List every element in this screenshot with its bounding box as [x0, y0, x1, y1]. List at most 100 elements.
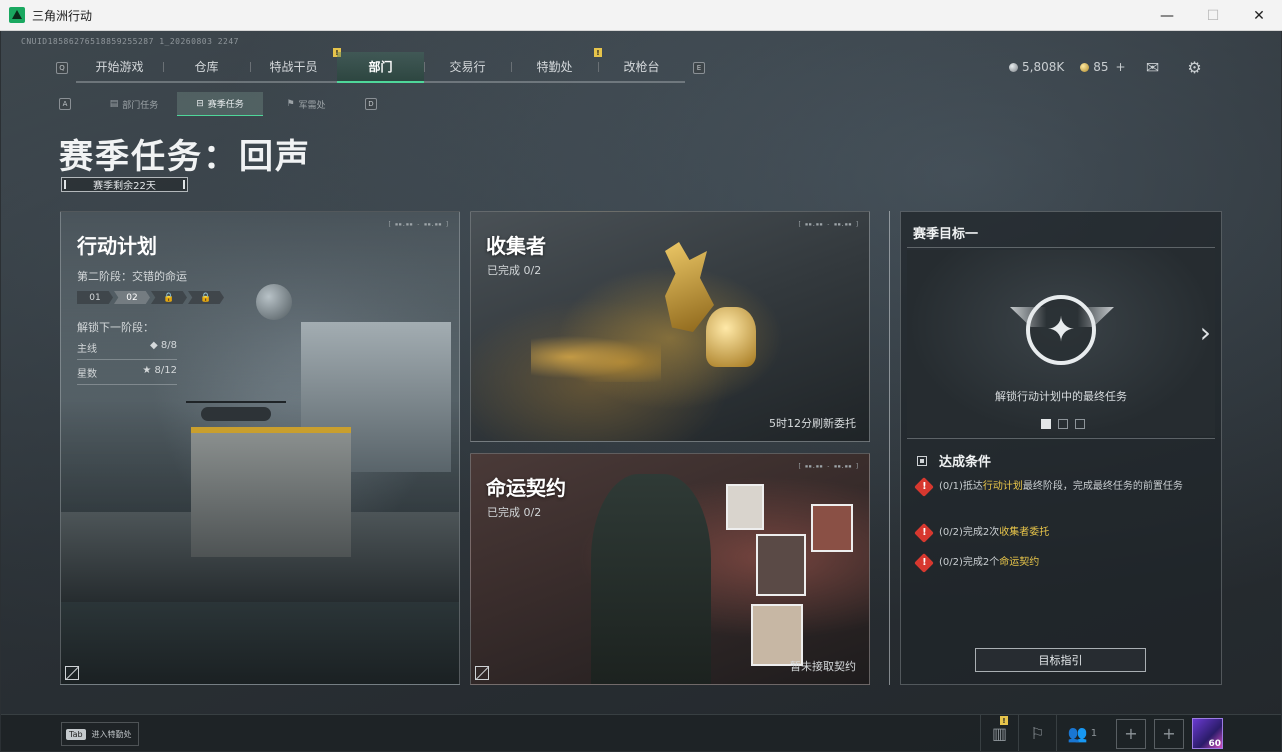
mail-icon[interactable]: ✉: [1142, 57, 1164, 77]
collector-title: 收集者: [486, 234, 546, 258]
divider: [907, 438, 1215, 439]
close-button[interactable]: ✕: [1236, 0, 1282, 31]
wanted-photo: [751, 604, 803, 666]
tab-label: 交易行: [449, 60, 486, 74]
goal-caption: 解锁行动计划中的最终任务: [995, 390, 1127, 403]
fate-progress: 已完成 0/2: [487, 506, 542, 519]
stage-3-lock-icon: 🔒: [151, 291, 187, 304]
window-title: 三角洲行动: [32, 8, 93, 23]
tab-operators[interactable]: 特战干员 !: [250, 48, 341, 81]
avatar[interactable]: 60: [1192, 718, 1223, 749]
silver-currency[interactable]: 5,808K: [1009, 60, 1064, 74]
square-bullet-icon: [917, 455, 927, 466]
divider: [907, 247, 1215, 248]
add-teammate-button[interactable]: +: [1116, 718, 1146, 749]
maximize-button[interactable]: ☐: [1190, 0, 1236, 31]
fate-contract-card[interactable]: [ ▪▪.▪▪ - ▪▪.▪▪ ] 命运契约 已完成 0/2 暂未接取契约: [470, 453, 870, 685]
tab-shortcut-hint[interactable]: Tab 进入特勤处: [61, 722, 139, 746]
mainline-label: 主线: [77, 344, 97, 355]
window-titlebar: 三角洲行动 — ☐ ✕: [0, 0, 1282, 31]
subnav-prev-key[interactable]: A: [59, 98, 71, 110]
season-remaining-label: 赛季剩余22天: [61, 177, 188, 192]
stage-4-lock-icon: 🔒: [188, 291, 224, 304]
stage-2: 02: [114, 291, 150, 304]
stats-icon[interactable]: ▥!: [980, 715, 1018, 751]
tab-special-ops[interactable]: 特勤处 !: [511, 48, 602, 81]
stars-label: 星数: [77, 369, 97, 380]
tab-label: 改枪台: [623, 60, 660, 74]
warning-icon: [914, 553, 934, 573]
sub-nav: A ▤ 部门任务 ⊟ 赛季任务 ⚑ 军需处 D: [59, 92, 377, 116]
flag-icon[interactable]: ⚐: [1018, 715, 1056, 751]
pager-dot[interactable]: [1075, 419, 1085, 429]
game-view: CNUID18586276518859255287 1_20260803 224…: [1, 31, 1281, 751]
main-nav-tabs: 开始游戏 仓库 特战干员 ! 部门 交易行 特勤处 ! 改枪台: [76, 48, 685, 83]
tab-department[interactable]: 部门: [337, 52, 424, 83]
collector-refresh-timer: 5时12分刷新委托: [769, 417, 856, 430]
sea-image: [61, 602, 459, 684]
pager-dot[interactable]: [1058, 419, 1068, 429]
subtab-quartermaster[interactable]: ⚑ 军需处: [263, 92, 349, 116]
pager-dot[interactable]: [1041, 419, 1051, 429]
page-title: 赛季任务：回声: [59, 137, 311, 177]
card-corner-deco: [ ▪▪.▪▪ - ▪▪.▪▪ ]: [797, 221, 859, 228]
condition-suffix: 最终阶段，完成最终任务的前置任务: [1022, 481, 1183, 492]
chevron-right-icon[interactable]: ›: [1200, 316, 1211, 349]
squad-button[interactable]: 👥 1: [1056, 715, 1108, 751]
conditions-title: 达成条件: [939, 455, 992, 470]
condition-prefix: (0/2)完成2个: [939, 557, 1000, 568]
stars-value: ★ 8/12: [142, 365, 177, 376]
minimize-button[interactable]: —: [1144, 0, 1190, 31]
unlock-next-label: 解锁下一阶段：: [77, 321, 154, 334]
fate-title: 命运契约: [486, 476, 566, 500]
card-corner-deco: [ ▪▪.▪▪ - ▪▪.▪▪ ]: [387, 221, 449, 228]
eagle-emblem-icon: ✦: [1026, 295, 1096, 365]
player-uid: CNUID18586276518859255287 1_20260803 224…: [21, 37, 239, 46]
condition-text: (0/2)完成2个命运契约: [939, 555, 1039, 570]
tab-gunsmith[interactable]: 改枪台: [598, 52, 685, 81]
gold-coin-icon: [1080, 62, 1090, 72]
tab-trading[interactable]: 交易行: [424, 52, 511, 81]
tab-start-game[interactable]: 开始游戏: [76, 52, 163, 81]
stars-row: 星数 ★ 8/12: [77, 360, 177, 385]
add-gold-button[interactable]: +: [1116, 60, 1126, 74]
squad-icon: 👥: [1067, 724, 1088, 743]
nav-prev-key[interactable]: Q: [56, 61, 68, 74]
expand-corner-icon: [65, 666, 79, 680]
task-icon: ▤: [109, 99, 119, 109]
condition-text: (0/2)完成2次收集者委托: [939, 525, 1049, 540]
condition-item: (0/2)完成2次收集者委托: [914, 523, 1207, 543]
currency-bar: 5,808K 85 + ✉ ⚙: [1009, 57, 1206, 77]
season-icon: ⊟: [196, 98, 204, 109]
condition-item: (0/1)抵达行动计划最终阶段，完成最终任务的前置任务: [914, 477, 1207, 497]
subtab-label: 赛季任务: [207, 100, 244, 110]
squad-count: 1: [1090, 728, 1098, 739]
mainline-value: ◆ 8/8: [150, 340, 177, 351]
fate-status: 暂未接取契约: [790, 660, 856, 673]
subtab-label: 军需处: [298, 100, 326, 111]
plan-info: 行动计划 第二阶段：交错的命运 01 02 🔒 🔒 解锁下一阶段： 主线 ◆ 8…: [77, 230, 277, 385]
warning-icon: [914, 477, 934, 497]
nav-next-key[interactable]: E: [693, 61, 705, 74]
tab-warehouse[interactable]: 仓库: [163, 52, 250, 81]
subtab-department-tasks[interactable]: ▤ 部门任务: [91, 92, 177, 116]
avatar-level: 60: [1208, 739, 1221, 749]
condition-highlight: 行动计划: [982, 481, 1023, 492]
goal-image: ✦ 解锁行动计划中的最终任务 ›: [907, 250, 1215, 436]
golden-cup-image: [706, 307, 756, 367]
collector-card[interactable]: [ ▪▪.▪▪ - ▪▪.▪▪ ] 收集者 已完成 0/2 5时12分刷新委托: [470, 211, 870, 442]
gold-currency[interactable]: 85 +: [1080, 60, 1126, 74]
goal-pager: [1041, 419, 1085, 429]
subnav-next-key[interactable]: D: [365, 98, 377, 110]
window-controls: — ☐ ✕: [1144, 0, 1282, 31]
mainline-row: 主线 ◆ 8/8: [77, 335, 177, 360]
condition-prefix: (0/1)抵达: [939, 481, 983, 492]
goal-title: 赛季目标一: [913, 227, 979, 242]
add-teammate-button[interactable]: +: [1154, 718, 1184, 749]
gear-icon[interactable]: ⚙: [1184, 57, 1206, 77]
subtab-season-tasks[interactable]: ⊟ 赛季任务: [177, 92, 263, 116]
card-corner-deco: [ ▪▪.▪▪ - ▪▪.▪▪ ]: [797, 463, 859, 470]
goal-guide-button[interactable]: 目标指引: [975, 648, 1146, 672]
flag-icon: ⚑: [286, 99, 295, 109]
operation-plan-card[interactable]: [ ▪▪.▪▪ - ▪▪.▪▪ ] 行动计划 第二阶段：交错的命运 01 02 …: [60, 211, 460, 685]
